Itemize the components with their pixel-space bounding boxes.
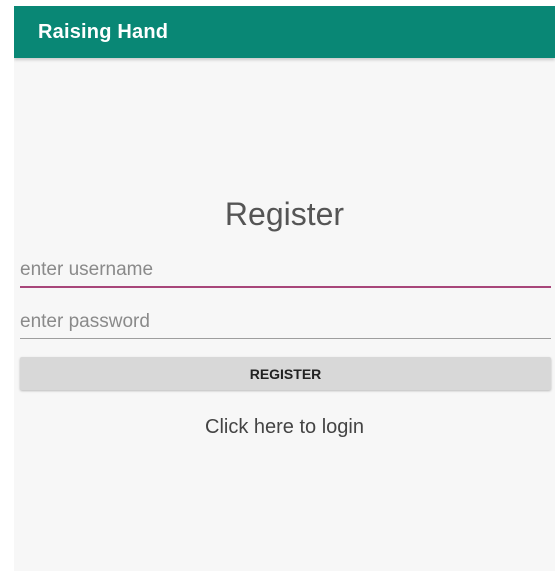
- app-screen: Raising Hand Register REGISTER Click her…: [14, 6, 555, 571]
- page-title: Register: [224, 196, 345, 232]
- app-title: Raising Hand: [38, 21, 169, 43]
- login-link[interactable]: Click here to login: [14, 416, 555, 439]
- app-bar: Raising Hand: [14, 6, 555, 58]
- username-field[interactable]: [20, 254, 551, 288]
- password-field[interactable]: [20, 306, 551, 339]
- register-button[interactable]: REGISTER: [20, 357, 551, 390]
